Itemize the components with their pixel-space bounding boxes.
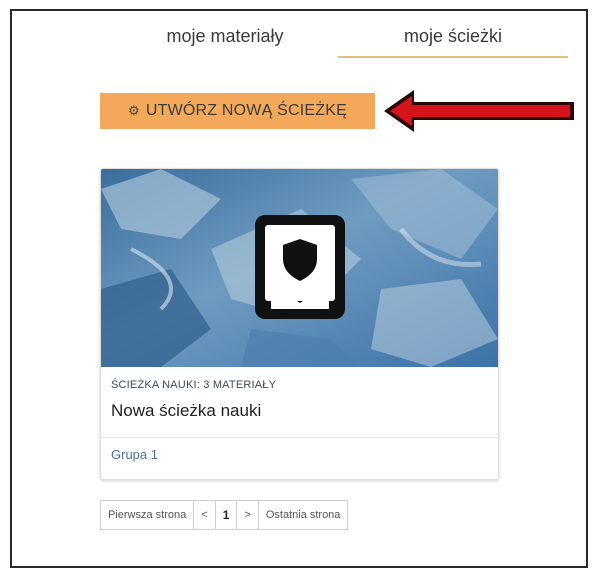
- card-group-link[interactable]: Grupa 1: [111, 447, 158, 462]
- tab-my-materials[interactable]: moje materiały: [120, 18, 330, 56]
- tab-my-paths[interactable]: moje ścieżki: [338, 18, 568, 58]
- card-thumbnail: [101, 169, 498, 367]
- create-path-button[interactable]: ⚙ UTWÓRZ NOWĄ ŚCIEŻKĘ: [100, 93, 375, 129]
- pagination-first-button[interactable]: Pierwsza strona: [101, 501, 195, 529]
- learning-path-card[interactable]: ŚCIEŻKA NAUKI: 3 MATERIAŁY Nowa ścieżka …: [100, 168, 499, 480]
- shield-book-icon: [255, 215, 345, 319]
- card-title[interactable]: Nowa ścieżka nauki: [111, 401, 261, 421]
- pagination-current-page[interactable]: 1: [216, 501, 238, 529]
- create-path-label: UTWÓRZ NOWĄ ŚCIEŻKĘ: [145, 102, 347, 119]
- pagination: Pierwsza strona < 1 > Ostatnia strona: [100, 500, 349, 530]
- pagination-next-button[interactable]: >: [237, 501, 259, 529]
- pagination-last-button[interactable]: Ostatnia strona: [259, 501, 348, 529]
- red-arrow-annotation: [384, 90, 576, 132]
- path-icon: ⚙: [128, 103, 140, 118]
- card-divider: [101, 437, 498, 438]
- pagination-prev-button[interactable]: <: [194, 501, 216, 529]
- card-type-label: ŚCIEŻKA NAUKI: 3 MATERIAŁY: [111, 379, 277, 391]
